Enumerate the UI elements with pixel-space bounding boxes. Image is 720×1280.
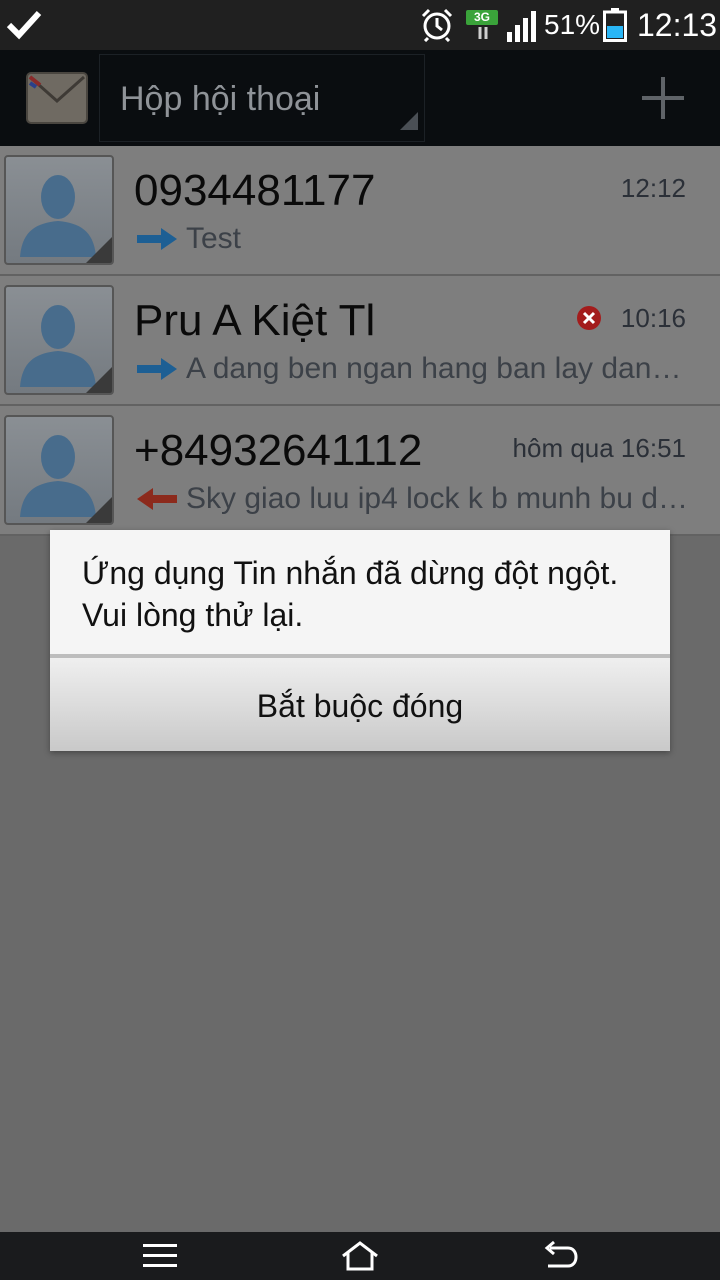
outgoing-arrow-icon (137, 358, 177, 385)
data-3g-icon: 3G (466, 10, 498, 40)
battery-icon (603, 8, 627, 47)
message-preview: Test (186, 222, 242, 255)
add-icon[interactable] (640, 75, 686, 126)
spinner-label: Hộp hội thoại (120, 80, 321, 118)
outgoing-arrow-icon (137, 228, 177, 255)
check-icon (6, 8, 42, 45)
conversation-row[interactable]: Pru A Kiệt Tl 10:16 A dang ben ngan hang… (0, 276, 720, 406)
conversation-filter-spinner[interactable]: Hộp hội thoại (99, 54, 425, 142)
message-time: hôm qua 16:51 (512, 433, 686, 463)
contact-avatar[interactable] (4, 285, 114, 395)
message-preview: A dang ben ngan hang ban lay dang su dun… (186, 352, 688, 385)
clock: 12:13 (637, 7, 718, 43)
message-time: 12:12 (620, 173, 686, 203)
incoming-arrow-icon (137, 488, 177, 515)
action-bar: Hộp hội thoại (0, 50, 720, 146)
menu-icon[interactable] (143, 1242, 177, 1275)
alarm-icon (420, 8, 454, 47)
home-icon[interactable] (340, 1240, 380, 1277)
navigation-bar (0, 1232, 720, 1280)
conversation-row[interactable]: 0934481177 12:12 Test (0, 146, 720, 276)
network-badge: 3G (466, 10, 498, 25)
conversation-list: 0934481177 12:12 Test Pru A Kiệt Tl 10:1… (0, 146, 720, 536)
contact-avatar[interactable] (4, 415, 114, 525)
force-close-button[interactable]: Bắt buộc đóng (50, 658, 670, 751)
app-stopped-dialog: Ứng dụng Tin nhắn đã dừng đột ngột. Vui … (50, 530, 670, 751)
contact-name: 0934481177 (134, 166, 376, 215)
contact-avatar[interactable] (4, 155, 114, 265)
contact-name: +84932641112 (134, 426, 423, 475)
battery-percent: 51% (544, 9, 601, 40)
contact-name: Pru A Kiệt Tl (134, 296, 376, 345)
dialog-message: Ứng dụng Tin nhắn đã dừng đột ngột. Vui … (82, 555, 619, 633)
status-bar: 3G 51% 12:13 (0, 0, 720, 50)
conversation-row[interactable]: +84932641112 hôm qua 16:51 Sky giao luu … (0, 406, 720, 536)
send-error-icon (576, 305, 602, 336)
message-time: 10:16 (620, 303, 686, 333)
message-preview: Sky giao luu ip4 lock k b munh bu doc (186, 482, 688, 515)
dropdown-caret-icon (400, 112, 418, 135)
back-icon[interactable] (540, 1240, 580, 1277)
messaging-app-icon[interactable] (26, 67, 88, 134)
signal-icon (506, 10, 538, 47)
